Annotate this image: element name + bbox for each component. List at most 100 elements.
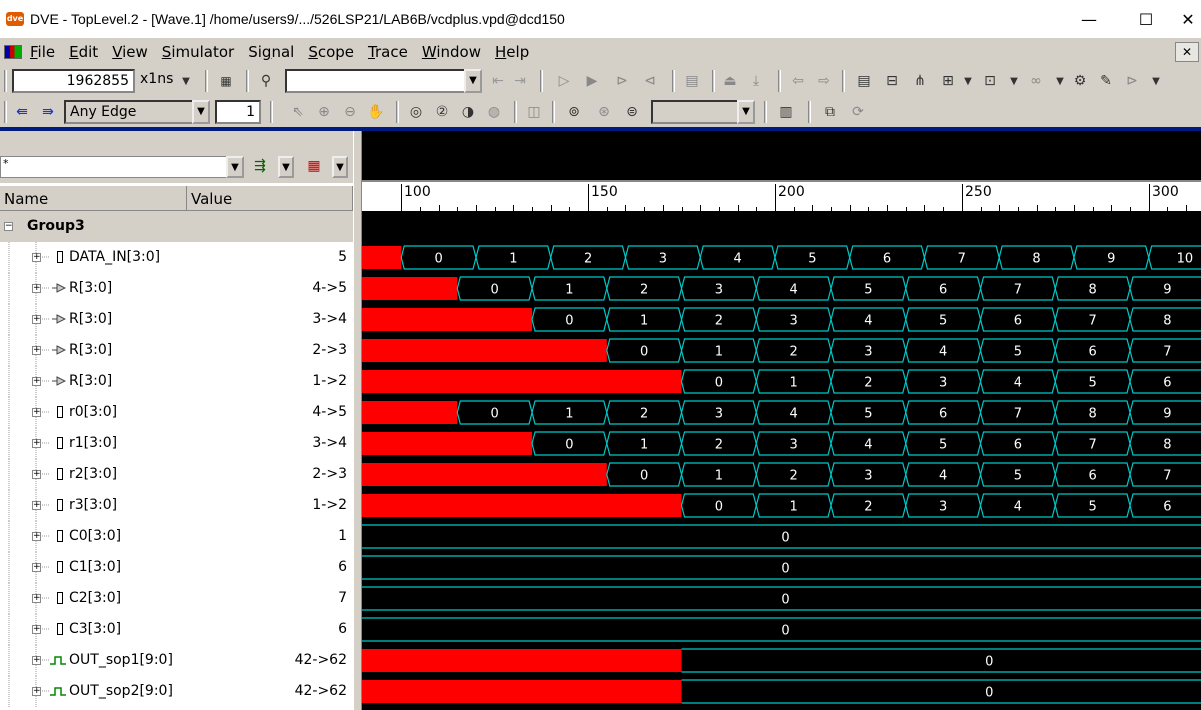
marker-dropdown[interactable]: ▼: [737, 100, 755, 124]
path-icon[interactable]: ⋔: [910, 71, 930, 91]
signal-row[interactable]: + R[3:0] 4->5: [0, 273, 353, 304]
close-button[interactable]: ✕: [1175, 0, 1201, 38]
time-ruler[interactable]: 100 150 200 250 300: [362, 180, 1201, 211]
and-gate-icon[interactable]: ▷: [554, 71, 574, 91]
panel-splitter[interactable]: [353, 131, 362, 710]
wave-row[interactable]: 0: [362, 617, 1201, 642]
cursor-prev-icon[interactable]: ⊚: [564, 102, 584, 122]
bus-icon[interactable]: ▥: [776, 102, 796, 122]
collapse-icon[interactable]: −: [4, 222, 13, 231]
signal-row[interactable]: + DATA_IN[3:0] 5: [0, 242, 353, 273]
glasses-icon[interactable]: ∞: [1026, 71, 1046, 91]
wave-row[interactable]: 0 1 2 3 4 5 6 7 8 9: [362, 400, 1201, 425]
cursor-set-icon[interactable]: ⊜: [622, 102, 642, 122]
filter-type-dropdown[interactable]: ▼: [278, 156, 294, 178]
expand-icon[interactable]: +: [32, 687, 41, 696]
signal-row[interactable]: + OUT_sop2[9:0] 42->62: [0, 676, 353, 707]
signal-row[interactable]: + r0[3:0] 4->5: [0, 397, 353, 428]
chevron-down-icon[interactable]: ▼: [1146, 71, 1166, 91]
maximize-button[interactable]: ☐: [1118, 0, 1174, 38]
signal-row[interactable]: + r2[3:0] 2->3: [0, 459, 353, 490]
zoom-sel-icon[interactable]: ◍: [484, 102, 504, 122]
signal-row[interactable]: + OUT_sop1[9:0] 42->62: [0, 645, 353, 676]
signal-row[interactable]: + C2[3:0] 7: [0, 583, 353, 614]
pointer-icon[interactable]: ⇖: [288, 102, 308, 122]
grid-icon[interactable]: ▦: [216, 71, 236, 91]
wave-row[interactable]: 0: [362, 524, 1201, 549]
edge-type-dropdown[interactable]: ▼: [192, 100, 210, 124]
zoom-2-icon[interactable]: ②: [432, 102, 452, 122]
expand-icon[interactable]: +: [32, 253, 41, 262]
wave-row[interactable]: 0 1 2 3 4 5 6 7 8 9: [362, 276, 1201, 301]
wave-row[interactable]: 0 1 2 3 4 5 6 7 8: [362, 307, 1201, 332]
signal-row[interactable]: + R[3:0] 3->4: [0, 304, 353, 335]
zoom-in-icon[interactable]: ⊕: [314, 102, 334, 122]
upload-icon[interactable]: ⏏: [720, 71, 740, 91]
wave-row[interactable]: 0 1 2 3 4 5 6 7: [362, 462, 1201, 487]
signal-row[interactable]: + C3[3:0] 6: [0, 614, 353, 645]
menu-file[interactable]: File: [28, 43, 57, 61]
back-arrow-icon[interactable]: ⇦: [788, 71, 808, 91]
signal-row[interactable]: + R[3:0] 2->3: [0, 335, 353, 366]
prev-edge-icon[interactable]: ⇚: [12, 102, 32, 122]
menu-trace[interactable]: Trace: [366, 43, 410, 61]
time-field[interactable]: 1962855: [12, 69, 135, 93]
chevron-down-icon[interactable]: ▼: [1004, 71, 1024, 91]
expand-icon[interactable]: +: [32, 408, 41, 417]
expand-icon[interactable]: +: [32, 625, 41, 634]
expand-icon[interactable]: +: [32, 594, 41, 603]
search-input[interactable]: [285, 69, 468, 93]
copy-icon[interactable]: ⧉: [820, 102, 840, 122]
find-next-icon[interactable]: ⇥: [510, 71, 530, 91]
refresh-icon[interactable]: ⟳: [848, 102, 868, 122]
wave-row[interactable]: 0 1 2 3 4 5 6 7: [362, 338, 1201, 363]
signal-type-icon[interactable]: ▦: [304, 156, 324, 176]
forward-arrow-icon[interactable]: ⇨: [814, 71, 834, 91]
menu-edit[interactable]: Edit: [67, 43, 100, 61]
find-prev-icon[interactable]: ⇤: [488, 71, 508, 91]
binoculars-icon[interactable]: ⚲: [256, 71, 276, 91]
menu-simulator[interactable]: Simulator: [160, 43, 236, 61]
marker-icon[interactable]: ◫: [524, 102, 544, 122]
save-icon[interactable]: ▤: [682, 71, 702, 91]
next-edge-icon[interactable]: ⇛: [38, 102, 58, 122]
menu-help[interactable]: Help: [493, 43, 531, 61]
download-icon[interactable]: ⤓: [746, 71, 766, 91]
signal-filter-input[interactable]: *: [0, 156, 228, 178]
menu-view[interactable]: View: [110, 43, 150, 61]
filter-type-icon[interactable]: ⇶: [250, 156, 270, 176]
edge-type-select[interactable]: Any Edge: [64, 100, 194, 124]
zoom-out-icon[interactable]: ⊖: [340, 102, 360, 122]
signal-row[interactable]: + r3[3:0] 1->2: [0, 490, 353, 521]
expand-icon[interactable]: +: [32, 377, 41, 386]
signal-row[interactable]: + R[3:0] 1->2: [0, 366, 353, 397]
edge-count-field[interactable]: 1: [215, 100, 261, 124]
trace-icon[interactable]: ⊳: [1122, 71, 1142, 91]
minimize-button[interactable]: —: [1061, 0, 1117, 38]
column-name[interactable]: Name: [0, 186, 187, 212]
signal-row[interactable]: + C1[3:0] 6: [0, 552, 353, 583]
window-menu-icon[interactable]: [4, 45, 22, 59]
wave-row[interactable]: 0: [362, 648, 1201, 673]
filter-dropdown[interactable]: ▼: [226, 156, 244, 178]
waveform-canvas[interactable]: 0 1 2 3 4 5 6 7 8 9 10 0 1 2 3 4 5 6 7 8 9 0 1 2 3 4 5 6 7 8 0 1 2 3 4 5 6 7 0…: [362, 211, 1201, 710]
wave-row[interactable]: 0: [362, 555, 1201, 580]
or-gate-icon[interactable]: ▶: [582, 71, 602, 91]
not-gate-icon[interactable]: ⊲: [640, 71, 660, 91]
marker-select[interactable]: [651, 100, 741, 124]
expand-icon[interactable]: +: [32, 501, 41, 510]
driver-icon[interactable]: ⚙: [1070, 71, 1090, 91]
pen-icon[interactable]: ✎: [1096, 71, 1116, 91]
signal-type-dropdown[interactable]: ▼: [332, 156, 348, 178]
expand-icon[interactable]: +: [32, 470, 41, 479]
pan-hand-icon[interactable]: ✋: [366, 102, 386, 122]
column-value[interactable]: Value: [187, 186, 353, 212]
mdi-close-button[interactable]: ✕: [1175, 42, 1199, 62]
wave-row[interactable]: 0 1 2 3 4 5 6: [362, 369, 1201, 394]
hierarchy-icon[interactable]: ⊞: [938, 71, 958, 91]
signal-row[interactable]: + C0[3:0] 1: [0, 521, 353, 552]
wave-row[interactable]: 0 1 2 3 4 5 6 7 8 9 10: [362, 245, 1201, 270]
wave-row[interactable]: 0: [362, 586, 1201, 611]
menu-signal[interactable]: Signal: [246, 43, 296, 61]
wave-row[interactable]: 0: [362, 679, 1201, 704]
